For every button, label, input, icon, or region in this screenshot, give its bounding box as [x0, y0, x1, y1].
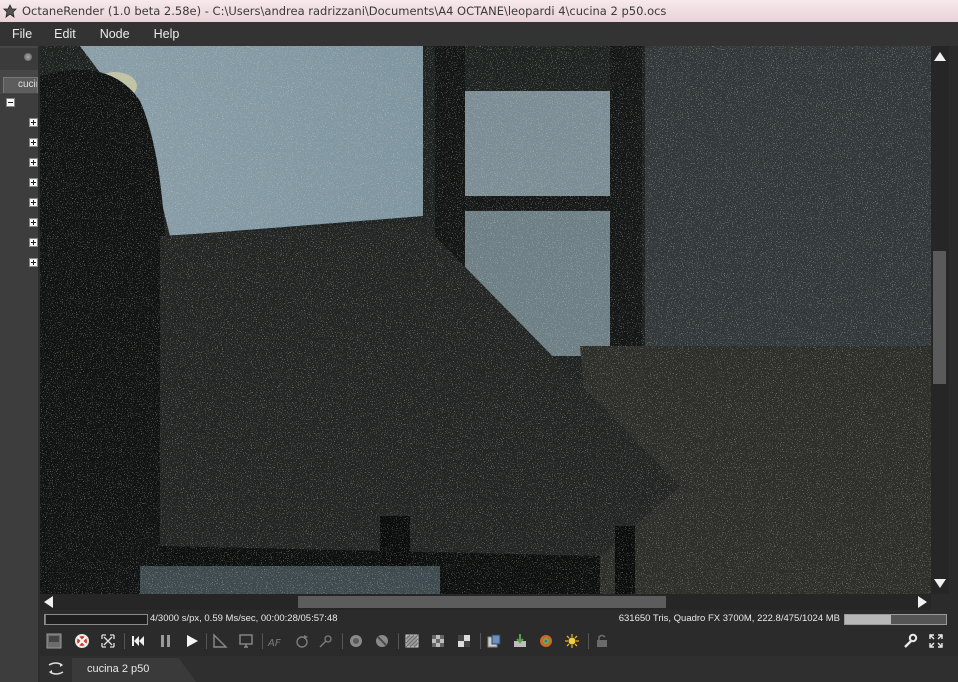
toolbar-separator: [480, 633, 481, 649]
horizontal-scrollbar[interactable]: [40, 594, 931, 610]
toolbar-separator: [262, 633, 263, 649]
tree-expand-node[interactable]: [29, 178, 38, 187]
play-icon[interactable]: [182, 631, 202, 651]
node-graph-icon[interactable]: [46, 660, 66, 678]
menu-bar: File Edit Node Help: [0, 22, 958, 46]
menu-edit[interactable]: Edit: [54, 27, 76, 41]
monitor-icon[interactable]: [236, 631, 256, 651]
render-image: [40, 46, 931, 594]
lock-icon[interactable]: [592, 631, 612, 651]
menu-file[interactable]: File: [12, 27, 32, 41]
tab-label: cucina 2 p50: [87, 663, 150, 675]
vertical-scroll-thumb[interactable]: [933, 251, 946, 384]
octane-render-window: OctaneRender (1.0 beta 2.58e) - C:\Users…: [0, 0, 958, 682]
fullscreen-icon[interactable]: [926, 631, 946, 651]
render-toolbar: AF: [40, 628, 958, 654]
wrench-icon[interactable]: [900, 631, 920, 651]
scroll-down-icon[interactable]: [934, 579, 946, 588]
toolbar-separator: [206, 633, 207, 649]
region-render-icon[interactable]: [402, 631, 422, 651]
svg-text:AF: AF: [267, 638, 281, 649]
material-picker-icon[interactable]: [536, 631, 556, 651]
reset-camera-icon[interactable]: [346, 631, 366, 651]
tree-expand-node[interactable]: [29, 198, 38, 207]
tree-expand-node[interactable]: [29, 218, 38, 227]
scene-tree: [0, 94, 38, 682]
fit-view-icon[interactable]: [98, 631, 118, 651]
window-title: OctaneRender (1.0 beta 2.58e) - C:\Users…: [22, 4, 667, 18]
vertical-scrollbar[interactable]: [931, 46, 949, 594]
save-render-icon[interactable]: [44, 631, 64, 651]
menu-help[interactable]: Help: [154, 27, 180, 41]
horizontal-scroll-thumb[interactable]: [298, 596, 666, 608]
tree-expand-node[interactable]: [29, 118, 38, 127]
scroll-left-icon[interactable]: [44, 596, 53, 608]
status-bar: 4/3000 s/px, 0.59 Ms/sec, 00:00:28/05:57…: [40, 611, 950, 628]
toolbar-separator: [398, 633, 399, 649]
render-viewport[interactable]: [40, 46, 931, 594]
render-stats-text: 4/3000 s/px, 0.59 Ms/sec, 00:00:28/05:57…: [150, 613, 338, 624]
copy-icon[interactable]: [484, 631, 504, 651]
toolbar-separator: [342, 633, 343, 649]
tree-expand-node[interactable]: [29, 138, 38, 147]
scene-tab-bar: cucina 2 p50: [40, 656, 958, 682]
tree-expand-node[interactable]: [29, 238, 38, 247]
tree-expand-node[interactable]: [29, 158, 38, 167]
autofocus-icon[interactable]: AF: [266, 631, 286, 651]
import-icon[interactable]: [510, 631, 530, 651]
scene-stats-text: 631650 Tris, Quadro FX 3700M, 222.8/475/…: [618, 613, 840, 624]
light-icon[interactable]: [562, 631, 582, 651]
scene-tab-label: cucina: [18, 79, 37, 90]
restart-render-icon[interactable]: [128, 631, 148, 651]
menu-node[interactable]: Node: [100, 27, 130, 41]
panel-header: [0, 48, 38, 70]
title-bar: OctaneRender (1.0 beta 2.58e) - C:\Users…: [0, 0, 958, 22]
clear-render-icon[interactable]: [72, 631, 92, 651]
node-inspector-panel: cucina: [0, 46, 38, 682]
orbit-icon[interactable]: [292, 631, 312, 651]
alpha-icon[interactable]: [454, 631, 474, 651]
recenter-icon[interactable]: [372, 631, 392, 651]
scroll-right-icon[interactable]: [918, 596, 927, 608]
ruler-icon[interactable]: [210, 631, 230, 651]
octane-logo-icon: [3, 4, 17, 18]
memory-usage-fill: [845, 615, 892, 624]
tab-cucina-2-p50[interactable]: cucina 2 p50: [72, 658, 196, 682]
pause-icon[interactable]: [156, 631, 176, 651]
toolbar-separator: [588, 633, 589, 649]
panel-close-icon[interactable]: [24, 53, 32, 61]
scroll-up-icon[interactable]: [934, 52, 946, 61]
render-progress-bar: [44, 614, 148, 625]
render-progress-fill: [45, 615, 47, 624]
memory-usage-bar: [844, 614, 947, 625]
tree-expand-node[interactable]: [29, 258, 38, 267]
tree-collapse-root[interactable]: [6, 98, 15, 107]
toolbar-separator: [124, 633, 125, 649]
pick-focus-icon[interactable]: [316, 631, 336, 651]
checker-icon[interactable]: [428, 631, 448, 651]
scene-tab[interactable]: cucina: [3, 77, 38, 93]
